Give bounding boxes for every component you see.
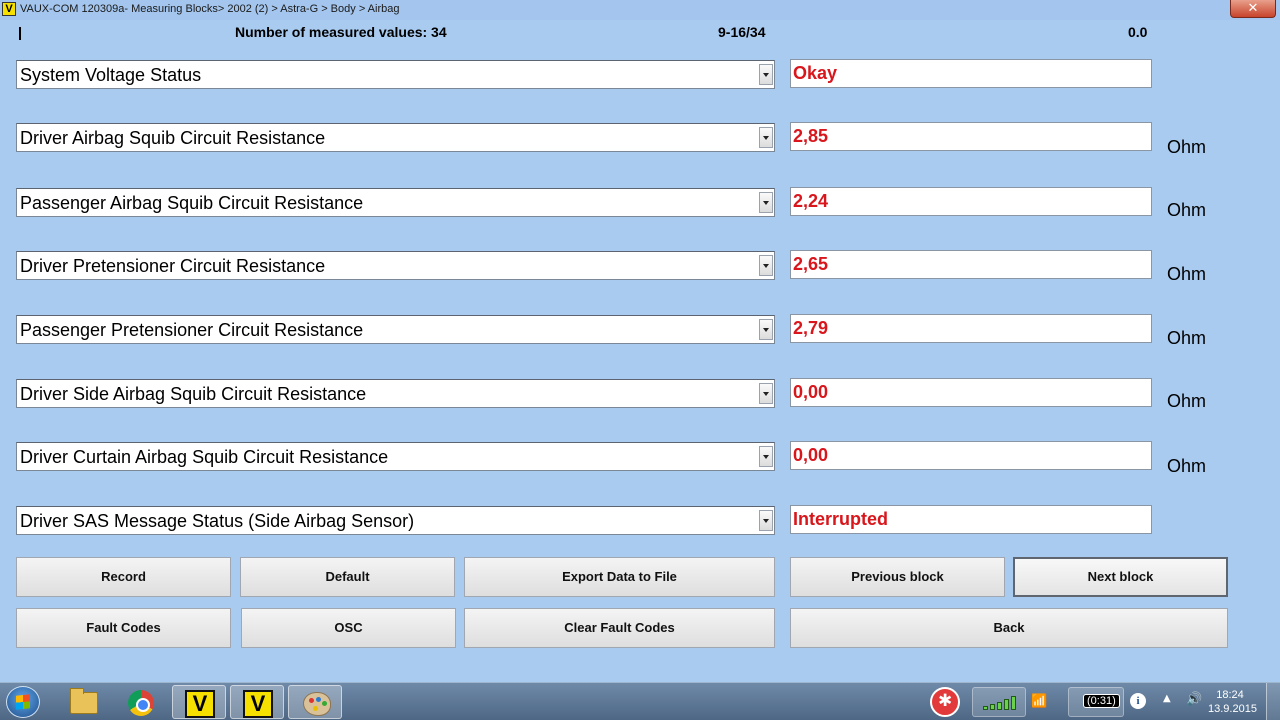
measurement-label: Driver Curtain Airbag Squib Circuit Resi… [20, 447, 389, 467]
clock-time: 18:24 [1216, 689, 1244, 701]
text-cursor [19, 27, 21, 40]
measurement-label: System Voltage Status [20, 65, 202, 85]
clear-fault-codes-button[interactable]: Clear Fault Codes [464, 608, 775, 648]
measurement-select-4[interactable]: Driver Pretensioner Circuit Resistance [16, 251, 775, 280]
measurement-value-text: 2,24 [793, 191, 829, 211]
speaker-icon[interactable]: 🔊 [1186, 692, 1202, 707]
measurement-label: Driver Pretensioner Circuit Resistance [20, 256, 326, 276]
measurement-value-text: Okay [793, 63, 838, 83]
vauxcom-icon: V [185, 690, 215, 718]
window-title-bar[interactable]: V VAUX-COM 120309a- Measuring Blocks> 20… [0, 0, 1280, 20]
chevron-down-icon[interactable] [759, 192, 773, 213]
previous-block-button[interactable]: Previous block [790, 557, 1005, 597]
taskbar-vauxcom-2[interactable]: V [230, 685, 284, 719]
taskbar: V V 📶 (0:31) i ▲ 🔊 18:24 13.9.2015 [0, 682, 1280, 720]
measurement-unit: Ohm [1167, 328, 1207, 348]
measurement-unit: Ohm [1167, 137, 1207, 157]
measurement-select-3[interactable]: Passenger Airbag Squib Circuit Resistanc… [16, 188, 775, 217]
measurement-select-5[interactable]: Passenger Pretensioner Circuit Resistanc… [16, 315, 775, 344]
measurement-value-7: 0,00 [790, 441, 1152, 470]
vauxcom-icon: V [243, 690, 273, 718]
folder-icon [70, 688, 98, 714]
header-reading: 0.0 [1128, 24, 1148, 40]
measurement-label: Passenger Airbag Squib Circuit Resistanc… [20, 193, 364, 213]
show-desktop-button[interactable] [1266, 683, 1280, 720]
taskbar-vauxcom-1[interactable]: V [172, 685, 226, 719]
measurement-label: Driver Side Airbag Squib Circuit Resista… [20, 384, 367, 404]
measurement-value-8: Interrupted [790, 505, 1152, 534]
measurement-value-1: Okay [790, 59, 1152, 88]
measurement-select-1[interactable]: System Voltage Status [16, 60, 775, 89]
measurement-select-6[interactable]: Driver Side Airbag Squib Circuit Resista… [16, 379, 775, 408]
measurement-label: Driver SAS Message Status (Side Airbag S… [20, 511, 415, 531]
measurement-value-text: Interrupted [793, 509, 889, 529]
measurement-unit: Ohm [1167, 456, 1207, 476]
tray-app-icon[interactable] [930, 687, 960, 717]
network-icon[interactable]: 📶 [1031, 694, 1047, 709]
info-icon[interactable]: i [1130, 693, 1146, 709]
measurement-value-text: 0,00 [793, 445, 829, 465]
chevron-down-icon[interactable] [759, 510, 773, 531]
measurement-value-4: 2,65 [790, 250, 1152, 279]
chevron-down-icon[interactable] [759, 319, 773, 340]
measurement-value-2: 2,85 [790, 122, 1152, 151]
measured-values-count: Number of measured values: 34 [235, 24, 447, 40]
clock-date: 13.9.2015 [1208, 703, 1257, 715]
paint-palette-icon [303, 692, 331, 716]
measurement-unit: Ohm [1167, 264, 1207, 284]
show-hidden-icons-arrow[interactable]: ▲ [1163, 693, 1171, 704]
fault-codes-button[interactable]: Fault Codes [16, 608, 231, 648]
battery-tray[interactable]: (0:31) [1068, 687, 1124, 717]
measurement-unit: Ohm [1167, 391, 1207, 411]
chevron-down-icon[interactable] [759, 64, 773, 85]
taskbar-chrome[interactable] [114, 685, 168, 719]
osc-button[interactable]: OSC [241, 608, 456, 648]
measurement-value-3: 2,24 [790, 187, 1152, 216]
chrome-icon [128, 690, 154, 716]
signal-strength-tray[interactable] [972, 687, 1026, 717]
chevron-down-icon[interactable] [759, 446, 773, 467]
default-button[interactable]: Default [240, 557, 455, 597]
next-block-button[interactable]: Next block [1013, 557, 1228, 597]
block-range: 9-16/34 [718, 24, 766, 40]
measurement-value-text: 2,79 [793, 318, 829, 338]
measurement-select-7[interactable]: Driver Curtain Airbag Squib Circuit Resi… [16, 442, 775, 471]
battery-time: (0:31) [1083, 694, 1120, 708]
measurement-label: Passenger Pretensioner Circuit Resistanc… [20, 320, 364, 340]
measurement-value-text: 2,85 [793, 126, 829, 146]
vauxcom-app-icon: V [2, 2, 16, 16]
measurement-unit: Ohm [1167, 200, 1207, 220]
measurement-label: Driver Airbag Squib Circuit Resistance [20, 128, 326, 148]
back-button[interactable]: Back [790, 608, 1228, 648]
taskbar-paint[interactable] [288, 685, 342, 719]
system-clock[interactable]: 18:24 13.9.2015 [1208, 688, 1257, 716]
chevron-down-icon[interactable] [759, 383, 773, 404]
close-window-button[interactable]: ✕ [1230, 0, 1276, 18]
export-data-button[interactable]: Export Data to File [464, 557, 775, 597]
window-title: VAUX-COM 120309a- Measuring Blocks> 2002… [20, 3, 400, 15]
measurement-value-text: 0,00 [793, 382, 829, 402]
chevron-down-icon[interactable] [759, 127, 773, 148]
record-button[interactable]: Record [16, 557, 231, 597]
measurement-select-2[interactable]: Driver Airbag Squib Circuit Resistance [16, 123, 775, 152]
measurement-value-text: 2,65 [793, 254, 829, 274]
measurement-value-5: 2,79 [790, 314, 1152, 343]
taskbar-explorer[interactable] [56, 685, 110, 719]
measurement-value-6: 0,00 [790, 378, 1152, 407]
measurement-select-8[interactable]: Driver SAS Message Status (Side Airbag S… [16, 506, 775, 535]
windows-start-button[interactable] [6, 686, 40, 718]
signal-bars-icon [983, 696, 1017, 710]
chevron-down-icon[interactable] [759, 255, 773, 276]
